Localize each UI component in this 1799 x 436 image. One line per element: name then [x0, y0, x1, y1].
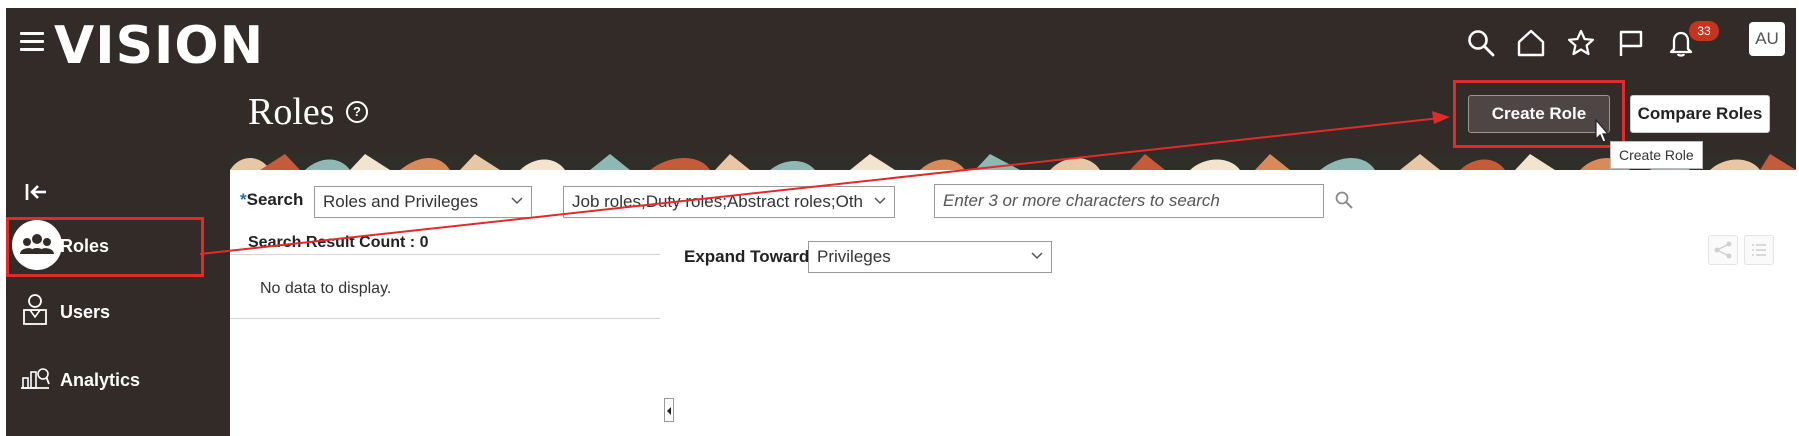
decorative-banner	[230, 154, 1796, 170]
search-label: *Search	[240, 190, 303, 210]
notification-count-badge: 33	[1689, 21, 1719, 41]
expand-toward-select[interactable]: Privileges	[808, 241, 1052, 273]
roles-nav-highlight	[6, 217, 204, 277]
create-role-tooltip: Create Role	[1610, 141, 1703, 169]
expand-toward-value: Privileges	[817, 247, 891, 266]
create-role-highlight	[1453, 80, 1625, 148]
help-icon[interactable]: ?	[346, 101, 368, 123]
panel-splitter-handle[interactable]	[664, 398, 674, 422]
app-window: VISION 33 AU Roles ? Create Role Compare…	[6, 8, 1796, 436]
hierarchy-view-button[interactable]	[1708, 235, 1738, 265]
search-icon[interactable]	[1466, 28, 1496, 58]
menu-icon[interactable]	[20, 32, 44, 54]
main-content: *Search Roles and Privileges Job roles;D…	[230, 170, 1796, 436]
app-logo: VISION	[54, 16, 265, 76]
chevron-down-icon	[1031, 252, 1043, 260]
search-input[interactable]: Enter 3 or more characters to search	[934, 184, 1324, 218]
expand-toward-label: Expand Toward	[684, 247, 810, 266]
list-icon	[1752, 244, 1766, 256]
search-label-text: Search	[246, 190, 304, 209]
hierarchy-icon	[1714, 241, 1732, 259]
analytics-icon	[21, 368, 50, 389]
sidebar-item-label: Analytics	[60, 370, 141, 390]
collapse-sidebar-icon[interactable]	[24, 180, 50, 204]
page-title: Roles	[248, 91, 335, 133]
results-divider	[230, 254, 660, 255]
search-icon[interactable]	[1334, 190, 1354, 210]
search-result-count: Search Result Count : 0	[248, 234, 429, 251]
home-icon[interactable]	[1516, 28, 1546, 58]
list-view-button[interactable]	[1744, 235, 1774, 265]
role-types-select[interactable]: Job roles;Duty roles;Abstract roles;Oth	[563, 186, 895, 218]
sidebar-item-label: Users	[60, 302, 111, 322]
chevron-down-icon	[511, 197, 523, 205]
favorites-star-icon[interactable]	[1566, 28, 1596, 58]
required-marker: *	[240, 190, 247, 209]
user-avatar[interactable]: AU	[1749, 22, 1785, 56]
user-icon	[23, 294, 47, 325]
results-divider	[230, 318, 660, 319]
role-types-value: Job roles;Duty roles;Abstract roles;Oth	[572, 192, 864, 211]
sidebar-item-analytics[interactable]: Analytics	[6, 350, 230, 410]
flag-icon[interactable]	[1616, 28, 1646, 58]
chevron-down-icon	[874, 197, 886, 205]
search-type-select[interactable]: Roles and Privileges	[314, 186, 532, 218]
empty-results-message: No data to display.	[260, 280, 392, 297]
compare-roles-button[interactable]: Compare Roles	[1630, 95, 1770, 133]
sidebar: Roles Users Analytics	[6, 154, 230, 436]
banner-pattern	[230, 154, 1796, 170]
sidebar-item-users[interactable]: Users	[6, 282, 230, 342]
search-type-value: Roles and Privileges	[323, 192, 478, 211]
